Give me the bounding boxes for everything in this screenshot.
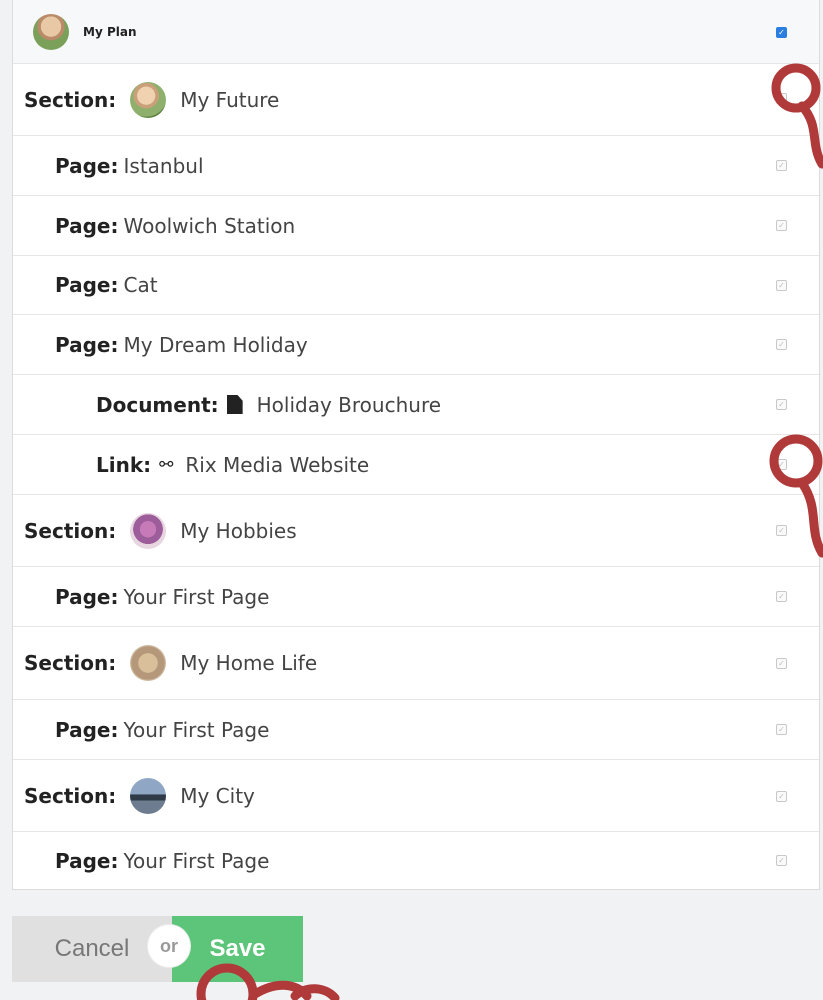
page-name: Woolwich Station (123, 213, 296, 238)
page-label: Page: (55, 213, 119, 238)
section-avatar (130, 81, 167, 118)
page-row-woolwich-station: Page: Woolwich Station ✓ (13, 196, 819, 256)
page-name: Cat (123, 273, 158, 297)
link-checkbox[interactable]: ✓ (776, 459, 787, 470)
document-label: Document: (96, 392, 219, 417)
page-name: My Dream Holiday (123, 332, 308, 357)
section-row-my-city: Section: My City ✓ (13, 760, 819, 832)
page-checkbox[interactable]: ✓ (776, 724, 787, 735)
document-name: Holiday Brouchure (256, 392, 442, 417)
page-row-cat: Page: Cat ✓ (13, 256, 819, 315)
page-checkbox[interactable]: ✓ (776, 855, 787, 866)
plan-title: My Plan (83, 24, 137, 39)
page-name: Your First Page (123, 584, 270, 609)
page-label: Page: (55, 153, 119, 178)
section-label: Section: (24, 518, 117, 543)
section-checkbox[interactable]: ✓ (776, 791, 787, 802)
section-label: Section: (24, 87, 117, 112)
page-label: Page: (55, 273, 119, 297)
document-icon (226, 395, 243, 414)
plan-structure-panel: My Plan ✓ Section: My Future ✓ Page: Ist… (12, 0, 820, 890)
page-label: Page: (55, 849, 119, 873)
page-checkbox[interactable]: ✓ (776, 160, 787, 171)
section-row-my-home-life: Section: My Home Life ✓ (13, 627, 819, 700)
page-row-istanbul: Page: Istanbul ✓ (13, 136, 819, 196)
page-name: Your First Page (123, 849, 270, 873)
section-row-my-hobbies: Section: My Hobbies ✓ (13, 495, 819, 567)
page-name: Your First Page (123, 717, 270, 742)
page-checkbox[interactable]: ✓ (776, 591, 787, 602)
page-label: Page: (55, 332, 119, 357)
page-row-your-first-page: Page: Your First Page ✓ (13, 700, 819, 760)
section-avatar (130, 645, 167, 681)
link-row-rix-media-website: Link: ⚯ Rix Media Website ✓ (13, 435, 819, 495)
plan-avatar (33, 13, 69, 50)
section-checkbox[interactable]: ✓ (776, 525, 787, 536)
link-label: Link: (96, 452, 152, 477)
section-row-my-future: Section: My Future ✓ (13, 64, 819, 136)
page-label: Page: (55, 584, 119, 609)
plan-checkbox[interactable]: ✓ (776, 27, 787, 38)
link-icon: ⚯ (159, 454, 174, 475)
section-checkbox[interactable]: ✓ (776, 93, 787, 104)
page-checkbox[interactable]: ✓ (776, 280, 787, 291)
section-name: My City (180, 783, 255, 808)
save-button[interactable]: Save (172, 916, 303, 982)
section-name: My Hobbies (180, 518, 297, 543)
link-name: Rix Media Website (185, 452, 370, 477)
document-checkbox[interactable]: ✓ (776, 399, 787, 410)
section-avatar (130, 777, 167, 814)
or-separator: or (148, 925, 190, 967)
section-name: My Future (180, 87, 280, 112)
plan-header-row: My Plan ✓ (13, 0, 819, 64)
section-name: My Home Life (180, 651, 318, 675)
section-label: Section: (24, 651, 117, 675)
page-name: Istanbul (123, 153, 204, 178)
page-row-your-first-page: Page: Your First Page ✓ (13, 832, 819, 890)
document-row-holiday-brouchure: Document: Holiday Brouchure ✓ (13, 375, 819, 435)
page-checkbox[interactable]: ✓ (776, 220, 787, 231)
section-checkbox[interactable]: ✓ (776, 658, 787, 669)
section-avatar (130, 512, 167, 549)
page-label: Page: (55, 717, 119, 742)
page-row-your-first-page: Page: Your First Page ✓ (13, 567, 819, 627)
section-label: Section: (24, 783, 117, 808)
page-checkbox[interactable]: ✓ (776, 339, 787, 350)
page-row-my-dream-holiday: Page: My Dream Holiday ✓ (13, 315, 819, 375)
